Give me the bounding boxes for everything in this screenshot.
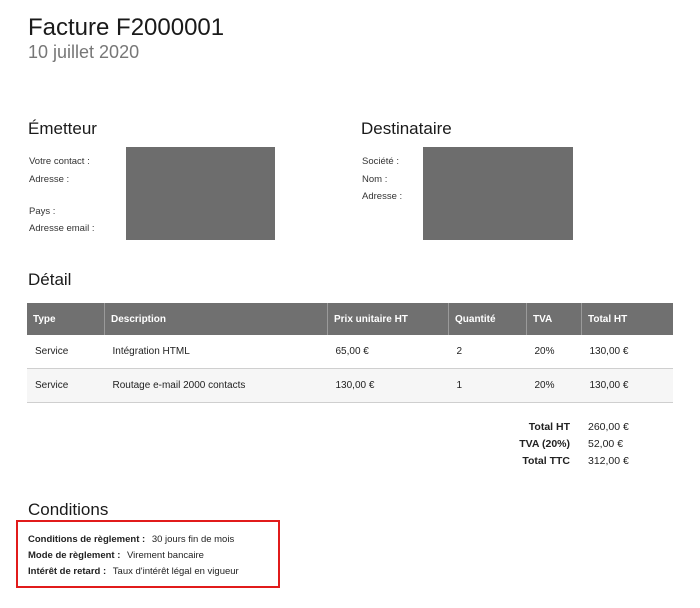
total-vat-row: TVA (20%) 52,00 € — [460, 435, 629, 452]
invoice-date: 10 juillet 2020 — [28, 42, 140, 62]
recipient-name-label: Nom : — [362, 174, 388, 185]
total-vat-value: 52,00 € — [588, 437, 624, 450]
cell-total-ht: 130,00 € — [581, 368, 673, 403]
emitter-title: Émetteur — [28, 119, 97, 138]
emitter-redacted-block — [126, 147, 275, 240]
cell-vat: 20% — [526, 368, 582, 403]
col-vat: TVA — [526, 303, 582, 335]
total-ht-label: Total HT — [528, 420, 570, 433]
table-row: Service Routage e-mail 2000 contacts 130… — [27, 368, 673, 403]
recipient-title: Destinataire — [361, 119, 452, 138]
col-unit-price: Prix unitaire HT — [327, 303, 449, 335]
detail-table: Type Description Prix unitaire HT Quanti… — [27, 303, 673, 403]
recipient-company-label: Société : — [362, 156, 399, 167]
total-ht-value: 260,00 € — [588, 420, 629, 433]
recipient-address-label: Adresse : — [362, 191, 403, 202]
cell-total-ht: 130,00 € — [581, 335, 673, 369]
conditions-list: Conditions de règlement : 30 jours fin d… — [28, 534, 239, 582]
condition-late-interest: Intérêt de retard : Taux d'intérêt légal… — [28, 566, 239, 582]
emitter-address-label: Adresse : — [29, 174, 70, 185]
col-type: Type — [27, 303, 105, 335]
condition-late-interest-value: Taux d'intérêt légal en vigueur — [112, 566, 239, 577]
condition-late-interest-label: Intérêt de retard : — [28, 566, 107, 577]
cell-quantity: 2 — [448, 335, 527, 369]
cell-type: Service — [27, 335, 105, 369]
totals-block: Total HT 260,00 € TVA (20%) 52,00 € Tota… — [460, 418, 629, 469]
emitter-email-label: Adresse email : — [29, 223, 95, 234]
detail-title: Détail — [28, 270, 72, 289]
col-description: Description — [104, 303, 328, 335]
invoice-title: Facture F2000001 — [28, 14, 225, 41]
total-ttc-row: Total TTC 312,00 € — [460, 452, 629, 469]
condition-payment-terms: Conditions de règlement : 30 jours fin d… — [28, 534, 239, 550]
total-ht-row: Total HT 260,00 € — [460, 418, 629, 435]
cell-unit-price: 130,00 € — [327, 368, 449, 403]
cell-description: Intégration HTML — [104, 335, 328, 369]
condition-payment-method-label: Mode de règlement : — [28, 550, 121, 561]
table-header-row: Type Description Prix unitaire HT Quanti… — [27, 303, 673, 335]
recipient-redacted-block — [423, 147, 573, 240]
total-ttc-label: Total TTC — [522, 454, 570, 467]
emitter-contact-label: Votre contact : — [29, 156, 90, 167]
condition-payment-terms-label: Conditions de règlement : — [28, 534, 146, 545]
cell-type: Service — [27, 368, 105, 403]
table-row: Service Intégration HTML 65,00 € 2 20% 1… — [27, 335, 673, 369]
condition-payment-method-value: Virement bancaire — [127, 550, 204, 561]
conditions-title: Conditions — [28, 500, 109, 519]
emitter-country-label: Pays : — [29, 206, 56, 217]
condition-payment-terms-value: 30 jours fin de mois — [151, 534, 235, 545]
total-ttc-value: 312,00 € — [588, 454, 629, 467]
col-quantity: Quantité — [448, 303, 527, 335]
condition-payment-method: Mode de règlement : Virement bancaire — [28, 550, 239, 566]
cell-description: Routage e-mail 2000 contacts — [104, 368, 328, 403]
cell-quantity: 1 — [448, 368, 527, 403]
cell-unit-price: 65,00 € — [327, 335, 449, 369]
cell-vat: 20% — [526, 335, 582, 369]
total-vat-label: TVA (20%) — [519, 437, 570, 450]
col-total-ht: Total HT — [581, 303, 673, 335]
